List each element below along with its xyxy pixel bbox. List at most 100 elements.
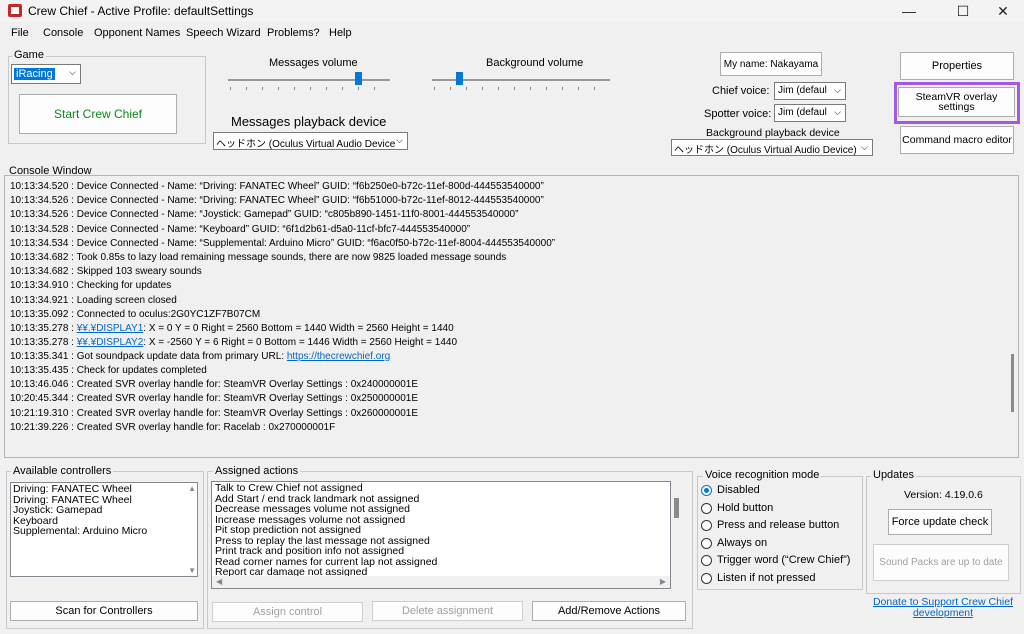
spotter-voice-value: Jim (defaul bbox=[778, 107, 827, 118]
console-scrollbar-thumb[interactable] bbox=[1011, 354, 1014, 412]
assign-control-button[interactable]: Assign control bbox=[212, 602, 363, 622]
console-line-display1: 10:13:35.278 : ¥¥.¥DISPLAY1: X = 0 Y = 0… bbox=[10, 323, 454, 334]
console-line: 10:13:35.435 : Check for updates complet… bbox=[10, 365, 207, 376]
spotter-voice-select[interactable]: Jim (defaul ⌵ bbox=[774, 104, 846, 122]
background-playback-value: ヘッドホン (Oculus Virtual Audio Device) bbox=[674, 145, 857, 156]
console-line: 10:13:34.526 : Device Connected - Name: … bbox=[10, 209, 519, 221]
menu-help[interactable]: Help bbox=[329, 27, 352, 39]
game-selected-value: iRacing bbox=[14, 68, 55, 80]
console-line: 10:13:34.682 : Skipped 103 sweary sounds bbox=[10, 266, 202, 278]
controllers-label: Available controllers bbox=[11, 465, 114, 477]
controller-list-item[interactable]: Driving: FANATEC Wheel bbox=[13, 484, 195, 495]
spotter-voice-label: Spotter voice: bbox=[704, 108, 772, 120]
console-line: 10:13:34.534 : Device Connected - Name: … bbox=[10, 237, 556, 249]
app-icon bbox=[8, 4, 22, 17]
assigned-actions-label: Assigned actions bbox=[213, 465, 301, 477]
voice-mode-label: Trigger word (“Crew Chief”) bbox=[717, 554, 851, 567]
messages-volume-track bbox=[228, 79, 390, 81]
voice-mode-label: Always on bbox=[717, 536, 768, 549]
action-list-item[interactable]: Pit stop prediction not assigned bbox=[215, 525, 667, 536]
console-line: 10:21:39.226 : Created SVR overlay handl… bbox=[10, 421, 336, 433]
menu-file[interactable]: File bbox=[11, 27, 29, 39]
voice-mode-radio[interactable] bbox=[701, 573, 712, 584]
console-line: 10:13:34.682 : Took 0.85s to lazy load r… bbox=[10, 252, 507, 263]
controller-list-item[interactable]: Supplemental: Arduino Micro bbox=[13, 526, 195, 537]
add-remove-actions-button[interactable]: Add/Remove Actions bbox=[532, 601, 686, 621]
actions-scrollbar-thumb[interactable] bbox=[674, 498, 679, 518]
background-volume-slider[interactable] bbox=[455, 72, 463, 85]
console-line: 10:20:45.344 : Created SVR overlay handl… bbox=[10, 393, 419, 405]
console-line: 10:13:34.526 : Device Connected - Name: … bbox=[10, 195, 544, 207]
window-title: Crew Chief - Active Profile: defaultSett… bbox=[28, 4, 254, 18]
command-macro-editor-button[interactable]: Command macro editor bbox=[900, 126, 1014, 154]
chevron-down-icon: ⌵ bbox=[861, 142, 868, 152]
console-scrollbar[interactable] bbox=[1007, 176, 1018, 457]
action-list-item[interactable]: Print track and position info not assign… bbox=[215, 546, 667, 557]
close-button[interactable]: ✕ bbox=[980, 0, 1024, 22]
voice-mode-label: Listen if not pressed bbox=[717, 572, 816, 584]
crewchief-website-link[interactable]: https://thecrewchief.org bbox=[287, 351, 390, 362]
console-line-display2: 10:13:35.278 : ¥¥.¥DISPLAY2: X = -2560 Y… bbox=[10, 337, 458, 348]
voice-mode-label: Hold button bbox=[717, 501, 774, 514]
console-line: 10:13:34.921 : Loading screen closed bbox=[10, 294, 177, 306]
console-line: 10:21:19.310 : Created SVR overlay handl… bbox=[10, 407, 419, 419]
background-volume-ticks bbox=[434, 87, 610, 90]
version-text: Version: 4.19.0.6 bbox=[904, 489, 983, 501]
chevron-down-icon: ⌵ bbox=[834, 107, 841, 117]
actions-horizontal-scrollbar[interactable]: ◀ ▶ bbox=[212, 576, 670, 588]
force-update-check-button[interactable]: Force update check bbox=[888, 509, 992, 535]
menu-opponent-names[interactable]: Opponent Names bbox=[94, 27, 180, 39]
scan-for-controllers-button[interactable]: Scan for Controllers bbox=[10, 601, 198, 621]
menu-problems[interactable]: Problems? bbox=[267, 27, 320, 39]
scroll-down-icon[interactable]: ▼ bbox=[188, 566, 196, 575]
console-line: 10:13:34.528 : Device Connected - Name: … bbox=[10, 223, 471, 235]
sound-packs-status-button[interactable]: Sound Packs are up to date bbox=[873, 544, 1009, 581]
console-line: 10:13:34.910 : Checking for updates bbox=[10, 280, 172, 292]
display1-link[interactable]: ¥¥.¥DISPLAY1 bbox=[77, 323, 144, 334]
playback-device-value: ヘッドホン (Oculus Virtual Audio Device bbox=[216, 139, 396, 150]
console-line: 10:13:34.520 : Device Connected - Name: … bbox=[10, 181, 544, 192]
scroll-up-icon[interactable]: ▲ bbox=[188, 484, 196, 493]
voice-mode-radio[interactable] bbox=[701, 502, 712, 514]
background-playback-select[interactable]: ヘッドホン (Oculus Virtual Audio Device) ⌵ bbox=[671, 139, 873, 156]
game-label: Game bbox=[12, 49, 46, 61]
start-crew-chief-button[interactable]: Start Crew Chief bbox=[19, 94, 177, 134]
updates-label: Updates bbox=[871, 469, 916, 481]
steamvr-overlay-settings-button[interactable]: SteamVR overlay settings bbox=[898, 87, 1015, 117]
controllers-list[interactable]: Driving: FANATEC Wheel Driving: FANATEC W… bbox=[10, 482, 198, 577]
menu-speech-wizard[interactable]: Speech Wizard bbox=[186, 27, 261, 39]
voice-mode-radio[interactable] bbox=[701, 485, 712, 496]
voice-mode-radio[interactable] bbox=[701, 537, 712, 549]
voice-recognition-label: Voice recognition mode bbox=[703, 469, 822, 481]
properties-button[interactable]: Properties bbox=[900, 52, 1014, 80]
chevron-down-icon: ⌵ bbox=[396, 135, 403, 145]
menu-console[interactable]: Console bbox=[43, 27, 83, 39]
chevron-down-icon: ⌵ bbox=[834, 85, 841, 95]
my-name-button[interactable]: My name: Nakayama bbox=[720, 52, 822, 76]
messages-volume-slider[interactable] bbox=[354, 72, 362, 85]
voice-mode-label: Press and release button bbox=[717, 519, 840, 532]
scroll-right-icon[interactable]: ▶ bbox=[660, 577, 666, 586]
scroll-left-icon[interactable]: ◀ bbox=[216, 577, 222, 586]
console-window[interactable]: 10:13:34.520 : Device Connected - Name: … bbox=[4, 175, 1019, 458]
console-line: 10:13:35.092 : Connected to oculus:2G0YC… bbox=[10, 308, 261, 320]
action-list-item[interactable]: Decrease messages volume not assigned bbox=[215, 504, 667, 515]
controller-list-item[interactable]: Joystick: Gamepad bbox=[13, 505, 195, 516]
minimize-button[interactable]: — bbox=[886, 0, 932, 22]
messages-playback-device-label: Messages playback device bbox=[231, 114, 387, 129]
background-volume-label: Background volume bbox=[486, 57, 584, 69]
background-playback-label: Background playback device bbox=[706, 127, 840, 139]
assigned-actions-list[interactable]: Talk to Crew Chief not assigned Add Start… bbox=[211, 481, 671, 589]
display2-link[interactable]: ¥¥.¥DISPLAY2 bbox=[77, 337, 144, 348]
chief-voice-select[interactable]: Jim (defaul ⌵ bbox=[774, 82, 846, 100]
action-list-item[interactable]: Talk to Crew Chief not assigned bbox=[215, 483, 667, 494]
chief-voice-value: Jim (defaul bbox=[778, 85, 827, 96]
messages-playback-device-select[interactable]: ヘッドホン (Oculus Virtual Audio Device ⌵ bbox=[213, 132, 408, 150]
messages-volume-ticks bbox=[230, 87, 390, 90]
chief-voice-label: Chief voice: bbox=[712, 85, 770, 97]
console-line-soundpack: 10:13:35.341 : Got soundpack update data… bbox=[10, 351, 391, 362]
donate-link[interactable]: Donate to Support Crew Chief development bbox=[868, 597, 1018, 619]
delete-assignment-button[interactable]: Delete assignment bbox=[372, 601, 523, 621]
voice-mode-label: Disabled bbox=[717, 484, 760, 496]
game-select[interactable]: iRacing ⌵ bbox=[11, 64, 81, 84]
